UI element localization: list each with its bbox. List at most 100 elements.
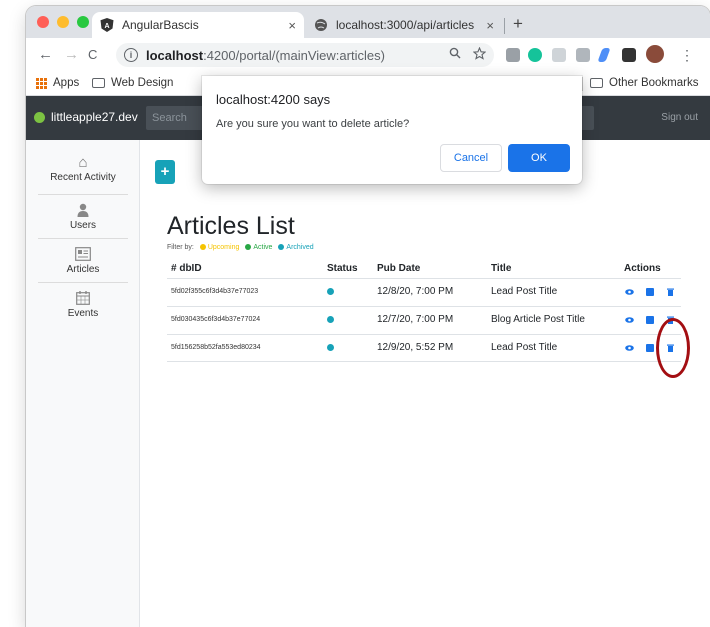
table-header-row: # dbID Status Pub Date Title Actions	[167, 258, 681, 278]
reload-icon[interactable]: C	[88, 47, 97, 62]
status-dot-icon	[199, 244, 206, 251]
omnibox-icons	[449, 46, 487, 63]
article-date: 12/9/20, 5:52 PM	[377, 342, 454, 353]
tab-close-icon[interactable]: ×	[288, 18, 296, 33]
article-id: 5fd156258b52fa553ed80234	[171, 344, 261, 351]
dialog-message: Are you sure you want to delete article?	[216, 118, 410, 130]
articles-icon	[26, 244, 140, 264]
page-title: Articles List	[167, 212, 295, 240]
browser-window: A AngularBascis × localhost:3000/api/art…	[26, 6, 710, 627]
articles-table: # dbID Status Pub Date Title Actions 5fd…	[167, 258, 681, 362]
table-row[interactable]: 5fd156258b52fa553ed80234 12/9/20, 5:52 P…	[167, 334, 681, 362]
filter-option-label: Active	[253, 244, 273, 251]
tab-api-articles[interactable]: localhost:3000/api/articles ×	[306, 12, 502, 38]
star-icon[interactable]	[472, 46, 487, 63]
divider	[38, 282, 128, 283]
status-dot-icon	[327, 344, 334, 351]
calendar-icon	[26, 288, 140, 308]
user-icon	[26, 200, 140, 220]
tab-angularbascis[interactable]: A AngularBascis ×	[92, 12, 304, 38]
brand[interactable]: littleapple27.dev	[34, 110, 138, 124]
filter-label: Filter by:	[167, 244, 194, 251]
bookmark-label: Other Bookmarks	[609, 77, 699, 89]
menu-icon[interactable]: ⋮	[680, 47, 694, 64]
tab-close-icon[interactable]: ×	[486, 18, 494, 33]
column-header: Status	[327, 263, 358, 274]
confirm-dialog: localhost:4200 says Are you sure you wan…	[202, 76, 582, 184]
article-title: Lead Post Title	[491, 286, 558, 297]
view-icon[interactable]	[625, 316, 634, 324]
filter-option-label: Archived	[286, 244, 314, 251]
back-icon[interactable]: ←	[38, 46, 53, 63]
article-title: Blog Article Post Title	[491, 314, 585, 325]
tab-title: AngularBascis	[122, 18, 199, 32]
status-dot-icon	[245, 244, 252, 251]
article-id: 5fd030435c6f3d4b37e77024	[171, 316, 261, 323]
folder-icon	[92, 78, 105, 88]
delete-icon[interactable]	[667, 288, 675, 296]
extension-icon[interactable]	[576, 48, 590, 62]
edit-icon[interactable]	[646, 288, 654, 296]
status-dot-icon	[278, 244, 285, 251]
apple-logo-icon	[34, 111, 45, 123]
home-icon: ⌂	[78, 153, 88, 171]
window-controls	[37, 16, 89, 28]
sidebar-item-recent-activity[interactable]: ⌂ Recent Activity	[26, 152, 140, 196]
column-header: # dbID	[171, 263, 202, 274]
pen-extension-icon[interactable]	[597, 48, 611, 62]
filter-bar: Filter by: Upcoming Active Archived	[167, 244, 314, 251]
filter-option-label: Upcoming	[207, 244, 240, 251]
add-article-button[interactable]: +	[155, 160, 175, 184]
sidebar-item-label: Events	[67, 308, 99, 319]
sidebar-item-events[interactable]: Events	[26, 288, 140, 332]
article-date: 12/7/20, 7:00 PM	[377, 314, 454, 325]
tab-title: localhost:3000/api/articles	[336, 18, 475, 32]
extension-icon[interactable]	[552, 48, 566, 62]
divider	[38, 194, 128, 195]
minimize-window-button[interactable]	[57, 16, 69, 28]
bookmark-label: Apps	[53, 77, 80, 89]
address-bar[interactable]: i localhost:4200/portal/(mainView:articl…	[116, 43, 494, 67]
new-tab-icon[interactable]: +	[513, 14, 523, 34]
annotation-circle	[656, 318, 690, 378]
address-host: localhost	[146, 47, 204, 63]
filter-upcoming[interactable]: Upcoming	[199, 244, 240, 251]
column-header: Actions	[624, 263, 661, 274]
view-icon[interactable]	[625, 288, 634, 296]
signout-link[interactable]: Sign out	[661, 112, 698, 123]
sidebar: ⌂ Recent Activity Users Articles Events	[26, 140, 140, 627]
article-title: Lead Post Title	[491, 342, 558, 353]
forward-icon[interactable]: →	[64, 46, 79, 63]
close-window-button[interactable]	[37, 16, 49, 28]
bookmark-label: Web Design	[111, 77, 174, 89]
folder-icon	[590, 78, 603, 88]
status-dot-icon	[327, 316, 334, 323]
zoom-icon[interactable]	[449, 47, 461, 63]
apps-icon	[36, 77, 47, 89]
ok-button[interactable]: OK	[508, 144, 570, 172]
table-row[interactable]: 5fd030435c6f3d4b37e77024 12/7/20, 7:00 P…	[167, 306, 681, 334]
table-row[interactable]: 5fd02f355c6f3d4b37e77023 12/8/20, 7:00 P…	[167, 278, 681, 306]
edit-icon[interactable]	[646, 316, 654, 324]
angular-icon: A	[100, 18, 114, 32]
info-icon[interactable]: i	[124, 48, 138, 62]
article-date: 12/8/20, 7:00 PM	[377, 286, 454, 297]
grammarly-icon[interactable]	[528, 48, 542, 62]
filter-archived[interactable]: Archived	[278, 244, 314, 251]
bookmark-web-design[interactable]: Web Design	[92, 77, 173, 89]
view-icon[interactable]	[625, 344, 634, 352]
bookmark-other[interactable]: Other Bookmarks	[590, 77, 698, 89]
sidebar-item-label: Articles	[66, 264, 100, 275]
brand-name: littleapple27.dev	[51, 110, 138, 124]
avatar[interactable]	[646, 45, 664, 63]
extension-icon[interactable]	[506, 48, 520, 62]
divider	[38, 238, 128, 239]
maximize-window-button[interactable]	[77, 16, 89, 28]
filter-active[interactable]: Active	[245, 244, 272, 251]
cancel-button[interactable]: Cancel	[440, 144, 502, 172]
puzzle-icon[interactable]	[622, 48, 636, 62]
bookmark-apps[interactable]: Apps	[36, 77, 79, 89]
edit-icon[interactable]	[646, 344, 654, 352]
sidebar-item-label: Recent Activity	[50, 172, 116, 183]
address-path: :4200/portal/(mainView:articles)	[203, 47, 385, 63]
